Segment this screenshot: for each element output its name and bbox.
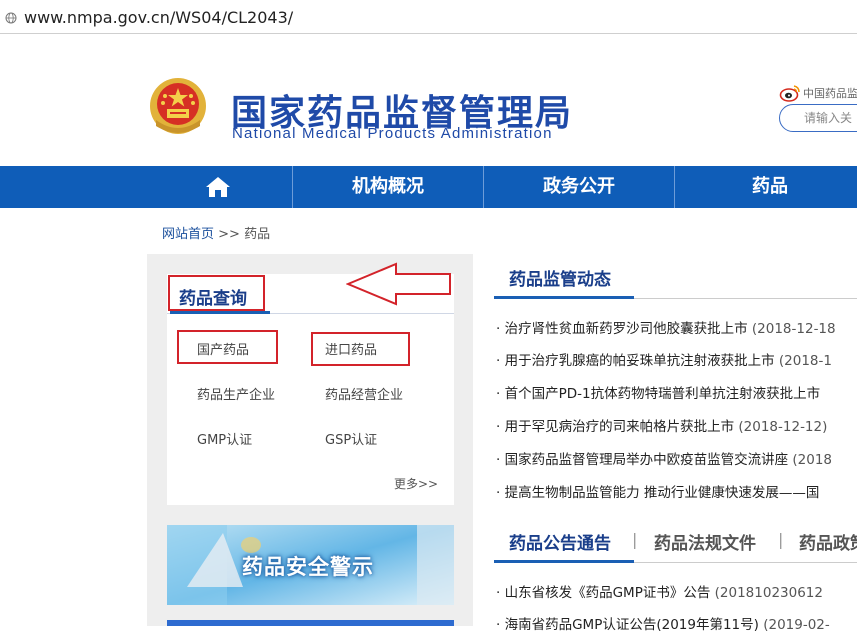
link-gmp-certification[interactable]: GMP认证 [197, 429, 252, 448]
news-item[interactable]: · 国家药品监督管理局举办中欧疫苗监管交流讲座 (2018 [496, 448, 832, 468]
tab-separator: | [632, 530, 638, 549]
query-title-underline [170, 311, 270, 314]
more-link[interactable]: 更多>> [394, 475, 438, 492]
news-item[interactable]: · 用于治疗乳腺癌的帕妥珠单抗注射液获批上市 (2018-1 [496, 349, 832, 369]
left-arrow-annotation [346, 262, 451, 306]
tab-notices[interactable]: 药品公告通告 [509, 529, 611, 554]
weibo-icon[interactable] [779, 84, 801, 102]
address-bar[interactable]: www.nmpa.gov.cn/WS04/CL2043/ [0, 0, 857, 34]
link-drug-distributors[interactable]: 药品经营企业 [325, 384, 403, 403]
address-url[interactable]: www.nmpa.gov.cn/WS04/CL2043/ [24, 8, 293, 27]
news-section-title[interactable]: 药品监管动态 [509, 265, 611, 290]
nav-item-government-affairs[interactable]: 政务公开 [484, 166, 674, 208]
notice-section-underline [494, 560, 634, 563]
search-input[interactable]: 请输入关 [779, 104, 857, 132]
drug-safety-banner-text[interactable]: 药品安全警示 [242, 551, 374, 581]
tab-separator: | [778, 530, 784, 549]
news-item[interactable]: · 治疗肾性贫血新药罗沙司他胶囊获批上市 (2018-12-18 [496, 317, 836, 337]
link-drug-manufacturers[interactable]: 药品生产企业 [197, 384, 275, 403]
news-section-underline [494, 296, 634, 299]
breadcrumb-home-link[interactable]: 网站首页 [162, 227, 214, 242]
highlight-box-query-title [168, 275, 265, 311]
notice-item[interactable]: · 山东省核发《药品GMP证书》公告 (201810230612 [496, 581, 823, 601]
weibo-account-text[interactable]: 中国药品监 [803, 85, 857, 101]
home-icon[interactable] [205, 176, 231, 198]
news-item[interactable]: · 提高生物制品监管能力 推动行业健康快速发展——国 [496, 481, 819, 501]
breadcrumb-current: 药品 [244, 227, 271, 242]
highlight-box-imported [311, 332, 410, 366]
news-item[interactable]: · 首个国产PD-1抗体药物特瑞普利单抗注射液获批上市 [496, 382, 820, 402]
breadcrumb-separator: >> [218, 227, 240, 242]
nav-item-about[interactable]: 机构概况 [293, 166, 483, 208]
breadcrumb: 网站首页 >> 药品 [162, 223, 270, 242]
logo-english-name: National Medical Products Administration [232, 125, 553, 142]
tab-regulations[interactable]: 药品法规文件 [654, 529, 756, 554]
notice-item[interactable]: · 海南省药品GMP认证公告(2019年第11号) (2019-02- [496, 613, 830, 633]
news-item[interactable]: · 用于罕见病治疗的司来帕格片获批上市 (2018-12-12) [496, 415, 827, 435]
link-gsp-certification[interactable]: GSP认证 [325, 429, 377, 448]
next-banner[interactable] [167, 620, 454, 626]
tab-policies[interactable]: 药品政策 [799, 529, 857, 554]
main-nav: 机构概况 政务公开 药品 [0, 166, 857, 208]
highlight-box-domestic [177, 330, 278, 364]
national-emblem-icon [150, 78, 206, 134]
nav-item-drugs[interactable]: 药品 [675, 166, 857, 208]
globe-icon [5, 12, 17, 24]
